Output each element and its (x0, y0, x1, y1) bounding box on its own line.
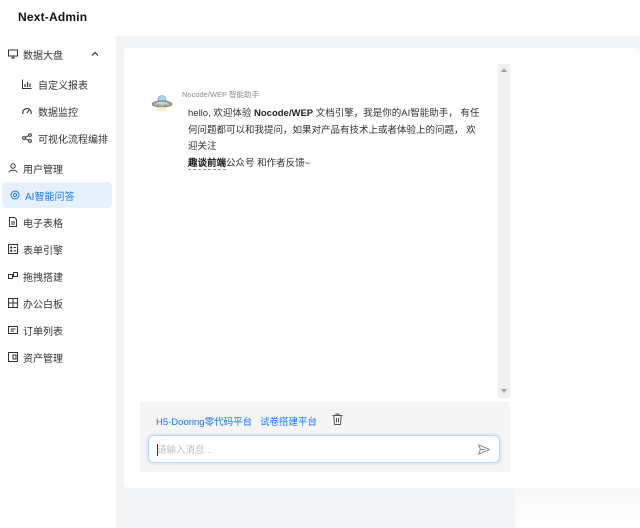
scroll-down-arrow-icon[interactable] (501, 389, 507, 393)
sidebar-item-label: 订单列表 (23, 326, 63, 338)
sidebar-item-label: 数据监控 (38, 107, 78, 119)
chat-scrollbar[interactable] (498, 64, 510, 398)
scroll-up-arrow-icon[interactable] (501, 68, 507, 72)
file-icon (8, 217, 18, 227)
text-cursor (157, 444, 158, 456)
user-icon (8, 163, 18, 173)
trash-icon[interactable] (332, 413, 343, 425)
sidebar-item-label: AI智能问答 (25, 191, 75, 203)
ai-icon (10, 190, 20, 200)
sidebar-item-label: 用户管理 (23, 164, 63, 176)
sidebar-item-order-list[interactable]: 订单列表 (0, 317, 112, 343)
sidebar-item-drag-build[interactable]: 拖拽搭建 (0, 263, 112, 289)
exam-builder-link[interactable]: 试卷搭建平台 (260, 414, 317, 428)
chevron-up-icon[interactable] (90, 49, 100, 59)
dashboard-icon (22, 106, 32, 116)
top-bar: Next-Admin (0, 0, 640, 36)
sidebar-item-custom-report[interactable]: 自定义报表 (0, 71, 112, 97)
message-input-box[interactable] (148, 435, 500, 463)
send-icon[interactable] (478, 444, 490, 455)
sidebar-item-data-monitor[interactable]: 数据监控 (0, 98, 112, 124)
sidebar-item-label: 办公白板 (23, 299, 63, 311)
sidebar-item-label: 可视化流程编排 (38, 134, 108, 146)
sidebar-item-label: 表单引擎 (23, 245, 63, 257)
drag-build-icon (8, 271, 18, 281)
sidebar-item-flow-orchestration[interactable]: 可视化流程编排 (0, 125, 112, 151)
h5-dooring-link[interactable]: H5-Dooring零代码平台 (156, 414, 252, 428)
monitor-icon (8, 49, 18, 59)
message-input[interactable] (157, 442, 467, 458)
sidebar-item-spreadsheet[interactable]: 电子表格 (0, 209, 112, 235)
sidebar-item-user-management[interactable]: 用户管理 (0, 155, 112, 181)
whiteboard-icon (8, 298, 18, 308)
asset-icon (8, 352, 18, 362)
sidebar-item-ai-qa[interactable]: AI智能问答 (2, 182, 112, 208)
sidebar-item-label: 电子表格 (23, 218, 63, 230)
share-nodes-icon (22, 133, 32, 143)
form-icon (8, 244, 18, 254)
sidebar-item-form-engine[interactable]: 表单引擎 (0, 236, 112, 262)
message-bold-product: Nocode/WEP (254, 108, 314, 119)
bot-name: Nocode/WEP 智能助手 (182, 90, 259, 99)
sidebar-item-data-dashboard[interactable]: 数据大盘 (0, 41, 112, 67)
bot-message: hello, 欢迎体验 Nocode/WEP 文档引擎，我是你的AI智能助手， … (188, 106, 484, 172)
sidebar-item-label: 数据大盘 (23, 50, 63, 62)
ufo-avatar-icon (151, 94, 173, 112)
sidebar-item-whiteboard[interactable]: 办公白板 (0, 290, 112, 316)
message-bold-account: 趣谈前端 (188, 157, 227, 170)
sidebar-item-label: 自定义报表 (38, 80, 88, 92)
message-text: hello, 欢迎体验 (188, 108, 254, 119)
order-list-icon (8, 325, 18, 335)
app-title: Next-Admin (18, 10, 88, 24)
sidebar-item-label: 资产管理 (23, 353, 63, 365)
sidebar-item-label: 拖拽搭建 (23, 272, 63, 284)
sidebar-item-asset-management[interactable]: 资产管理 (0, 344, 112, 370)
bar-chart-icon (22, 79, 32, 89)
message-text: 公众号 和作者反馈~ (226, 157, 311, 169)
